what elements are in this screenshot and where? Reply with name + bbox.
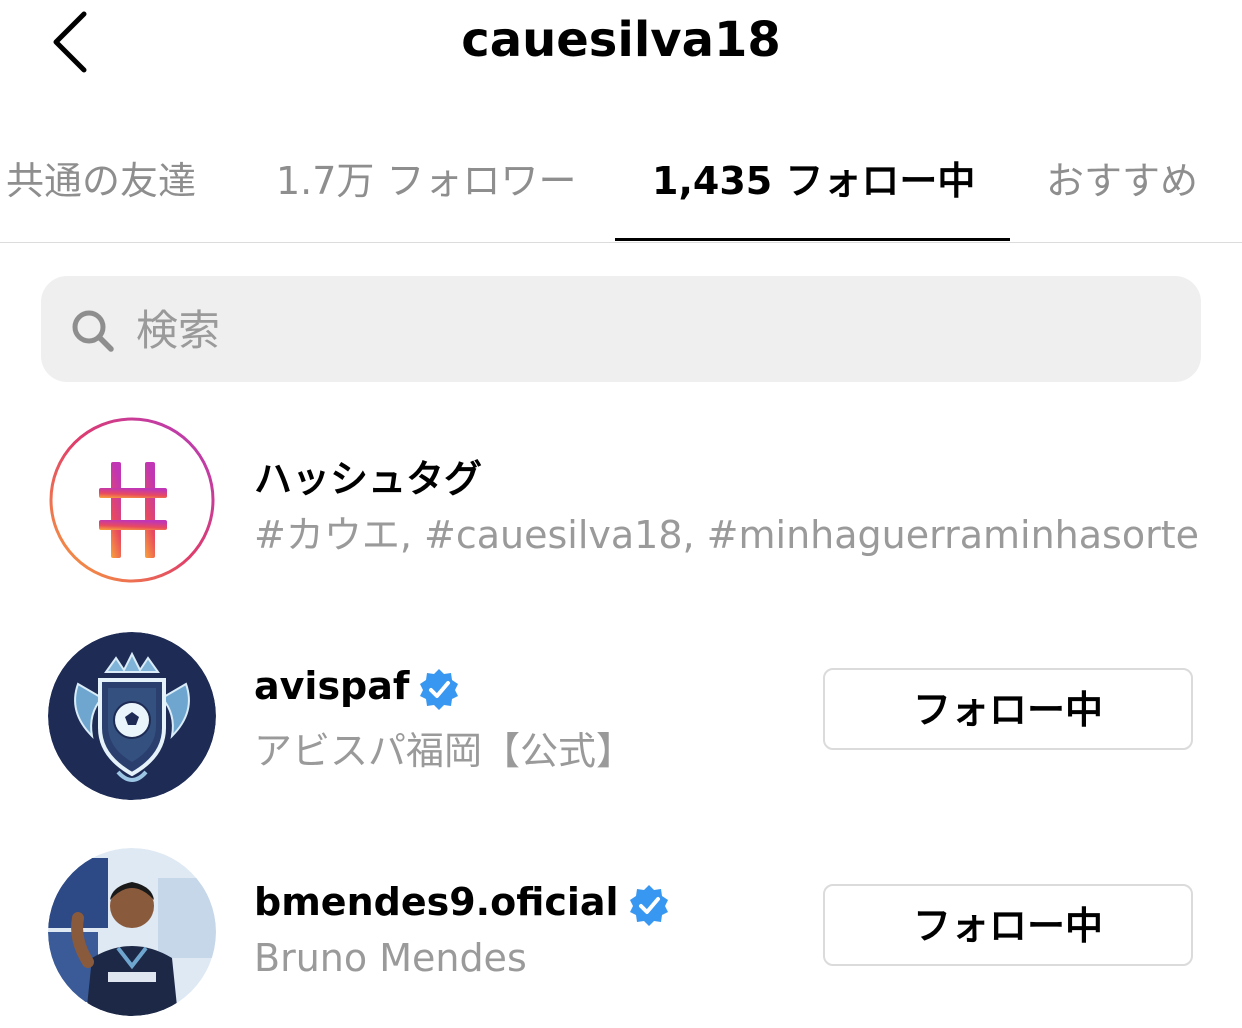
tab-following[interactable]: 1,435 フォロー中 — [652, 150, 975, 205]
list-item-subtitle: #カウエ, #cauesilva18, #minhaguerraminhasor… — [254, 513, 1199, 557]
display-name: Bruno Mendes — [254, 936, 527, 980]
verified-badge-icon — [629, 884, 668, 926]
tab-mutual-friends[interactable]: 共通の友達 — [6, 150, 196, 205]
top-bar: cauesilva18 — [0, 0, 1242, 100]
list-item-name-row: avispaf — [254, 664, 461, 711]
list-item-name: ハッシュタグ — [254, 457, 483, 501]
list-item-user[interactable]: bmendes9.oficial Bruno Mendes フォロー中 — [0, 838, 1242, 1028]
list-item-user[interactable]: avispaf アビスパ福岡【公式】 フォロー中 — [0, 622, 1242, 812]
hashtag-icon — [49, 417, 215, 583]
list-item-name-row: bmendes9.oficial — [254, 880, 671, 927]
search-input[interactable] — [136, 296, 1136, 364]
following-button[interactable]: フォロー中 — [823, 668, 1193, 750]
display-name: アビスパ福岡【公式】 — [254, 729, 635, 773]
active-tab-indicator — [615, 238, 1010, 241]
tab-followers[interactable]: 1.7万 フォロワー — [276, 150, 577, 205]
page-title: cauesilva18 — [461, 12, 781, 68]
tab-suggested[interactable]: おすすめ — [1046, 150, 1198, 205]
username: bmendes9.oficial — [254, 880, 619, 924]
tab-bar: 共通の友達 1.7万 フォロワー 1,435 フォロー中 おすすめ — [0, 120, 1242, 243]
player-photo-avatar[interactable] — [48, 848, 216, 1016]
search-icon — [72, 310, 114, 352]
following-button[interactable]: フォロー中 — [823, 884, 1193, 966]
verified-badge-icon — [420, 668, 459, 710]
username: avispaf — [254, 664, 410, 708]
list-item-hashtags[interactable]: ハッシュタグ #カウエ, #cauesilva18, #minhaguerram… — [0, 406, 1242, 596]
avispa-crest-avatar[interactable] — [48, 632, 216, 800]
